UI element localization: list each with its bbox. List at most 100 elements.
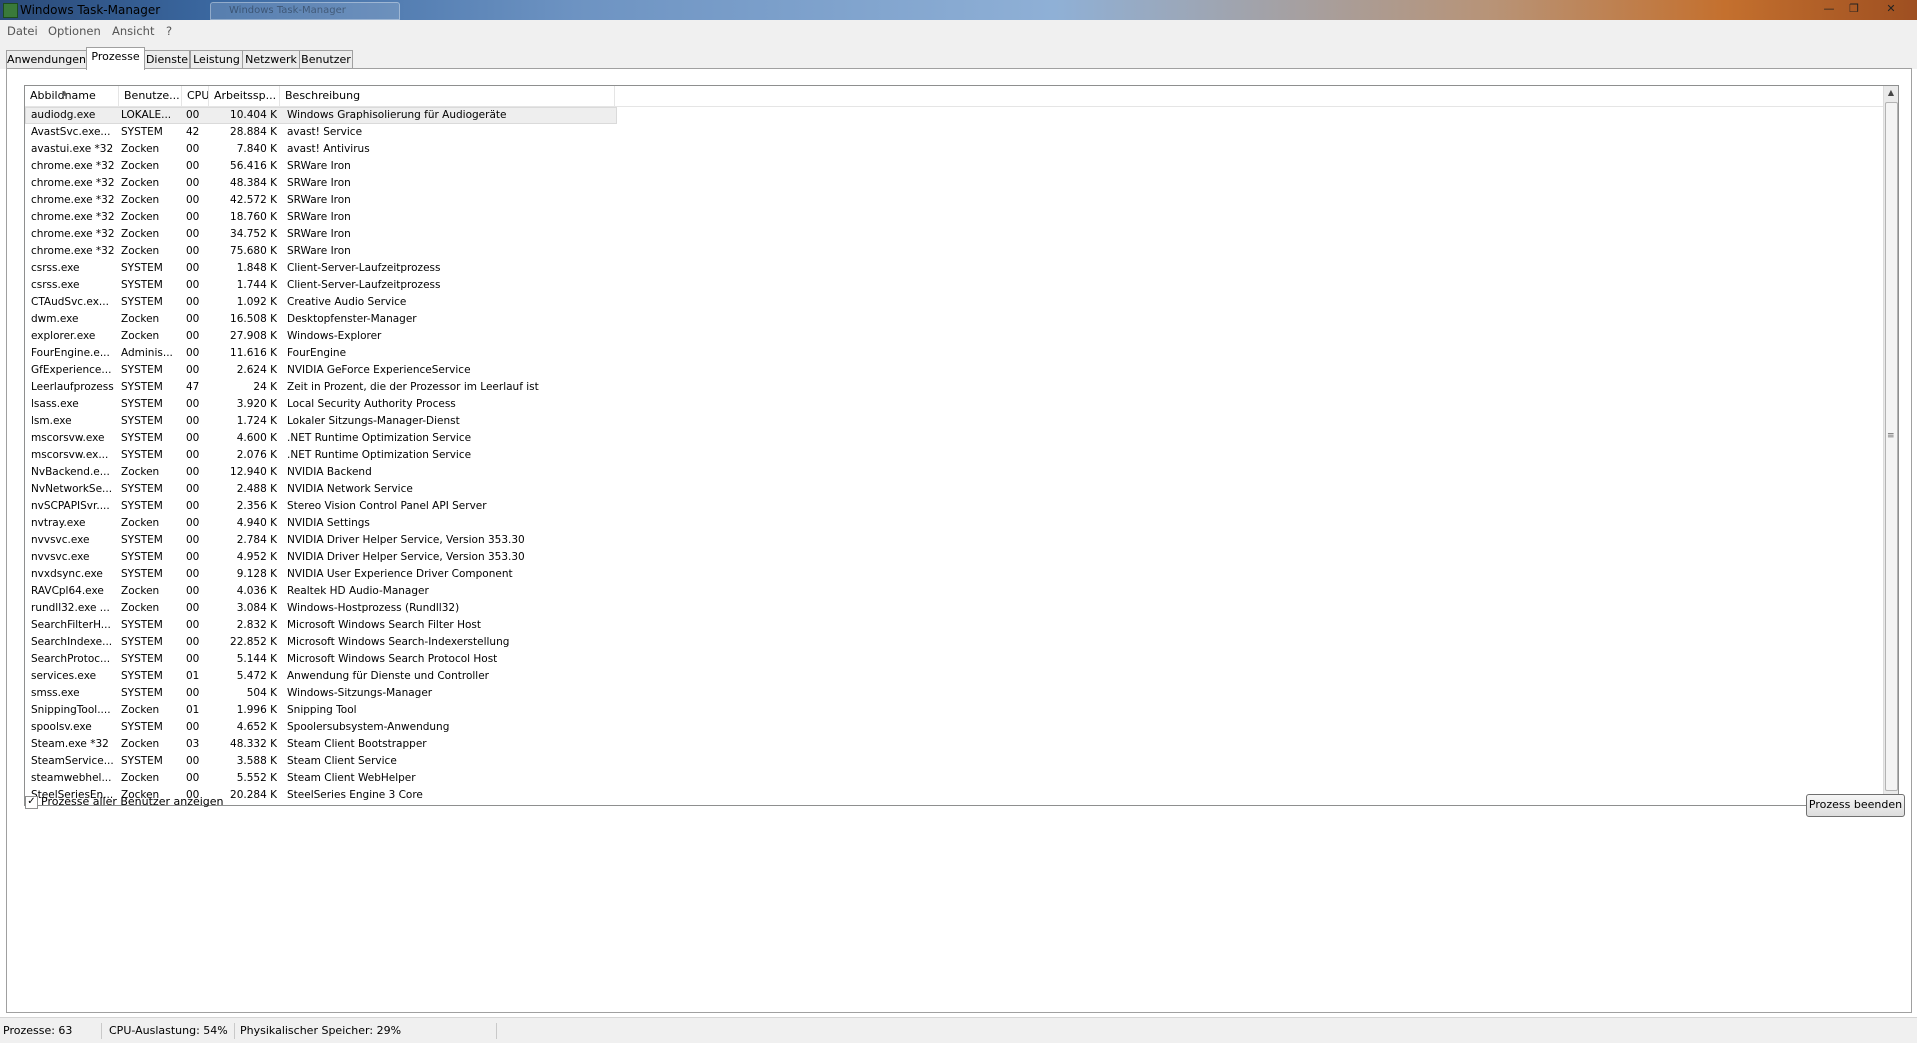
scroll-up-icon[interactable]: ▲ bbox=[1884, 86, 1898, 100]
process-user: SYSTEM bbox=[121, 279, 163, 291]
process-name: SearchProtoc... bbox=[31, 653, 111, 665]
process-cpu: 42 bbox=[186, 126, 200, 138]
table-row[interactable]: dwm.exe Zocken 00 16.508 K Desktopfenster-Ma… bbox=[25, 311, 1887, 328]
table-row[interactable]: SearchProtoc... SYSTEM 00 5.144 K Microsoft … bbox=[25, 651, 1887, 668]
process-description: Microsoft Windows Search Filter Host bbox=[287, 619, 481, 631]
table-row[interactable]: nvxdsync.exe SYSTEM 00 9.128 K NVIDIA User E… bbox=[25, 566, 1887, 583]
table-row[interactable]: rundll32.exe ... Zocken 00 3.084 K Windows-H… bbox=[25, 600, 1887, 617]
background-window-tab[interactable]: Windows Task-Manager bbox=[210, 2, 400, 20]
column-header-description[interactable]: Beschreibung bbox=[280, 86, 615, 106]
column-header-cpu[interactable]: CPU bbox=[182, 86, 209, 106]
menu-optionen[interactable]: Optionen bbox=[48, 24, 101, 38]
process-user: SYSTEM bbox=[121, 415, 163, 427]
tab-dienste[interactable]: Dienste bbox=[144, 50, 190, 69]
table-row[interactable]: SteamService... SYSTEM 00 3.588 K Steam Clie… bbox=[25, 753, 1887, 770]
process-user: SYSTEM bbox=[121, 670, 163, 682]
table-row[interactable]: nvtray.exe Zocken 00 4.940 K NVIDIA Settings bbox=[25, 515, 1887, 532]
process-cpu: 00 bbox=[186, 466, 200, 478]
menu-ansicht[interactable]: Ansicht bbox=[112, 24, 154, 38]
table-row[interactable]: Steam.exe *32 Zocken 03 48.332 K Steam Clien… bbox=[25, 736, 1887, 753]
process-user: SYSTEM bbox=[121, 483, 163, 495]
tab-netzwerk[interactable]: Netzwerk bbox=[242, 50, 300, 69]
table-row[interactable]: lsm.exe SYSTEM 00 1.724 K Lokaler Sitzungs-M… bbox=[25, 413, 1887, 430]
menu-datei[interactable]: Datei bbox=[7, 24, 38, 38]
tab-anwendungen[interactable]: Anwendungen bbox=[6, 50, 87, 69]
table-row[interactable]: csrss.exe SYSTEM 00 1.744 K Client-Server-La… bbox=[25, 277, 1887, 294]
table-row[interactable]: chrome.exe *32 Zocken 00 56.416 K SRWare Iro… bbox=[25, 158, 1887, 175]
table-row[interactable]: AvastSvc.exe... SYSTEM 42 28.884 K avast! Se… bbox=[25, 124, 1887, 141]
table-row[interactable]: avastui.exe *32 Zocken 00 7.840 K avast! Ant… bbox=[25, 141, 1887, 158]
table-row[interactable]: csrss.exe SYSTEM 00 1.848 K Client-Server-La… bbox=[25, 260, 1887, 277]
table-row[interactable]: smss.exe SYSTEM 00 504 K Windows-Sitzungs-Ma… bbox=[25, 685, 1887, 702]
table-row[interactable]: SearchIndexe... SYSTEM 00 22.852 K Microsoft… bbox=[25, 634, 1887, 651]
table-row[interactable]: mscorsvw.exe SYSTEM 00 4.600 K .NET Runtime … bbox=[25, 430, 1887, 447]
process-cpu: 00 bbox=[186, 262, 200, 274]
process-description: Windows Graphisolierung für Audiogeräte bbox=[287, 109, 507, 121]
end-process-button[interactable]: Prozess beenden bbox=[1806, 794, 1905, 817]
process-name: lsass.exe bbox=[31, 398, 79, 410]
process-name: chrome.exe *32 bbox=[31, 194, 115, 206]
process-cpu: 00 bbox=[186, 228, 200, 240]
restore-button[interactable]: ❐ bbox=[1843, 1, 1865, 17]
process-cpu: 00 bbox=[186, 143, 200, 155]
checkbox-check-icon[interactable]: ✓ bbox=[25, 796, 38, 809]
process-user: Zocken bbox=[121, 211, 160, 223]
process-name: NvBackend.e... bbox=[31, 466, 110, 478]
tab-leistung[interactable]: Leistung bbox=[190, 50, 243, 69]
minimize-button[interactable]: — bbox=[1818, 1, 1840, 17]
table-row[interactable]: svchost.exeLOKALE...007.356 KHostprozess… bbox=[25, 804, 1887, 805]
vertical-scrollbar[interactable]: ▲ ≡ ▼ bbox=[1883, 86, 1898, 805]
tab-prozesse[interactable]: Prozesse bbox=[86, 47, 145, 70]
menu-help[interactable]: ? bbox=[166, 24, 172, 38]
column-header-user[interactable]: Benutze... bbox=[119, 86, 182, 106]
table-row[interactable]: chrome.exe *32 Zocken 00 42.572 K SRWare Iro… bbox=[25, 192, 1887, 209]
process-description: Zeit in Prozent, die der Prozessor im Le… bbox=[287, 381, 539, 393]
table-row[interactable]: mscorsvw.ex... SYSTEM 00 2.076 K .NET Runtim… bbox=[25, 447, 1887, 464]
process-cpu: 00 bbox=[186, 619, 200, 631]
process-memory: 7.840 K bbox=[236, 143, 277, 155]
table-row[interactable]: spoolsv.exe SYSTEM 00 4.652 K Spoolersubsyst… bbox=[25, 719, 1887, 736]
table-row[interactable]: FourEngine.e... Adminis... 00 11.616 K FourE… bbox=[25, 345, 1887, 362]
table-row[interactable]: chrome.exe *32 Zocken 00 18.760 K SRWare Iro… bbox=[25, 209, 1887, 226]
table-row[interactable]: services.exe SYSTEM 01 5.472 K Anwendung für… bbox=[25, 668, 1887, 685]
process-user: SYSTEM bbox=[121, 653, 163, 665]
close-button[interactable]: ✕ bbox=[1880, 1, 1902, 17]
process-description: Creative Audio Service bbox=[287, 296, 407, 308]
table-row[interactable]: Leerlaufprozess SYSTEM 47 24 K Zeit in Proze… bbox=[25, 379, 1887, 396]
process-description: NVIDIA Backend bbox=[287, 466, 372, 478]
table-row[interactable]: NvNetworkSe... SYSTEM 00 2.488 K NVIDIA Netw… bbox=[25, 481, 1887, 498]
table-row[interactable]: steamwebhel... Zocken 00 5.552 K Steam Clien… bbox=[25, 770, 1887, 787]
process-cpu: 00 bbox=[186, 347, 200, 359]
process-user: SYSTEM bbox=[121, 381, 163, 393]
process-user: LOKALE... bbox=[121, 109, 172, 121]
process-name: steamwebhel... bbox=[31, 772, 112, 784]
process-description: Windows-Explorer bbox=[287, 330, 382, 342]
process-memory: 10.404 K bbox=[230, 109, 277, 121]
scrollbar-thumb[interactable] bbox=[1885, 102, 1898, 791]
title-bar: Windows Task-Manager Windows Task-Manage… bbox=[0, 0, 1917, 20]
process-cpu: 00 bbox=[186, 687, 200, 699]
table-row[interactable]: chrome.exe *32 Zocken 00 34.752 K SRWare Iro… bbox=[25, 226, 1887, 243]
tab-benutzer[interactable]: Benutzer bbox=[299, 50, 353, 69]
process-user: SYSTEM bbox=[121, 721, 163, 733]
process-memory: 3.588 K bbox=[236, 755, 277, 767]
table-row[interactable]: lsass.exe SYSTEM 00 3.920 K Local Security A… bbox=[25, 396, 1887, 413]
table-row[interactable]: SearchFilterH... SYSTEM 00 2.832 K Microsoft… bbox=[25, 617, 1887, 634]
table-row[interactable]: CTAudSvc.ex... SYSTEM 00 1.092 K Creative Au… bbox=[25, 294, 1887, 311]
table-row[interactable]: audiodg.exe LOKALE... 00 10.404 K Windows Gr… bbox=[25, 107, 1887, 124]
column-header-memory[interactable]: Arbeitssp... bbox=[209, 86, 280, 106]
table-row[interactable]: SnippingTool.... Zocken 01 1.996 K Snipping … bbox=[25, 702, 1887, 719]
table-row[interactable]: SteelSeriesEn... Zocken 00 20.284 K SteelSer… bbox=[25, 787, 1887, 804]
table-row[interactable]: NvBackend.e... Zocken 00 12.940 K NVIDIA Bac… bbox=[25, 464, 1887, 481]
table-row[interactable]: nvvsvc.exe SYSTEM 00 2.784 K NVIDIA Driver H… bbox=[25, 532, 1887, 549]
table-row[interactable]: GfExperience... SYSTEM 00 2.624 K NVIDIA GeF… bbox=[25, 362, 1887, 379]
table-row[interactable]: explorer.exe Zocken 00 27.908 K Windows-Expl… bbox=[25, 328, 1887, 345]
table-row[interactable]: chrome.exe *32 Zocken 00 75.680 K SRWare Iro… bbox=[25, 243, 1887, 260]
column-header-name[interactable]: ▲ Abbildname bbox=[25, 86, 119, 106]
table-row[interactable]: nvvsvc.exe SYSTEM 00 4.952 K NVIDIA Driver H… bbox=[25, 549, 1887, 566]
table-row[interactable]: chrome.exe *32 Zocken 00 48.384 K SRWare Iro… bbox=[25, 175, 1887, 192]
process-list[interactable]: ▲ Abbildname Benutze... CPU Arbeitssp...… bbox=[24, 85, 1899, 806]
process-memory: 3.084 K bbox=[236, 602, 277, 614]
table-row[interactable]: RAVCpl64.exe Zocken 00 4.036 K Realtek HD Au… bbox=[25, 583, 1887, 600]
table-row[interactable]: nvSCPAPISvr.... SYSTEM 00 2.356 K Stereo Vis… bbox=[25, 498, 1887, 515]
